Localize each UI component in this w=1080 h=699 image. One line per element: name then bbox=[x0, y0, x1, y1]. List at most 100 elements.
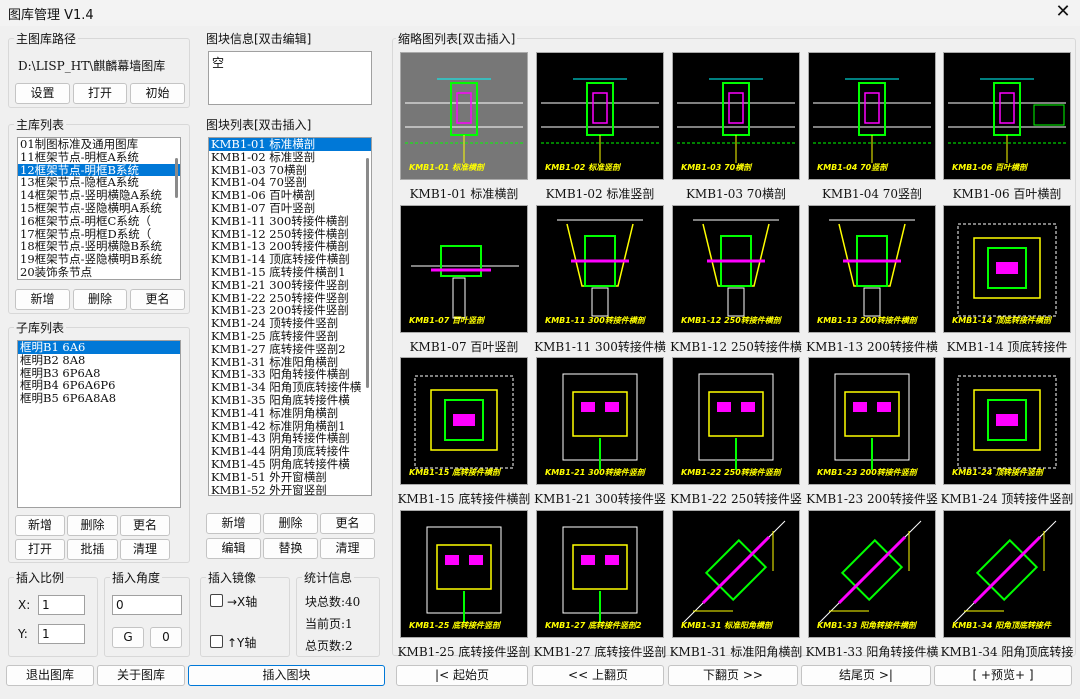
list-item[interactable]: KMB1-22 250转接件竖剖 bbox=[209, 292, 371, 305]
sub-library-list[interactable]: 框明B1 6A6 框明B2 8A8 框明B3 6P6A8 框明B4 6P6A6P6 框明… bbox=[17, 340, 181, 508]
sub-clean-button[interactable]: 清理 bbox=[120, 539, 170, 560]
list-item[interactable]: KMB1-27 底转接件竖剖2 bbox=[209, 343, 371, 356]
list-item[interactable]: KMB1-11 300转接件横剖 bbox=[209, 215, 371, 228]
thumbnail[interactable]: KMB1-13 200转接件横剖 bbox=[808, 205, 936, 333]
list-item[interactable]: 11框架节点-明框A系统 bbox=[18, 151, 180, 164]
prev-page-button[interactable]: << 上翻页 bbox=[532, 665, 664, 686]
list-item[interactable]: KMB1-04 70竖剖 bbox=[209, 176, 371, 189]
block-add-button[interactable]: 新增 bbox=[206, 513, 261, 534]
list-item[interactable]: KMB1-44 阴角顶底转接件 bbox=[209, 445, 371, 458]
thumbnail[interactable]: KMB1-04 70竖剖 bbox=[808, 52, 936, 180]
list-item[interactable]: KMB1-41 标准阴角横剖 bbox=[209, 407, 371, 420]
thumbnail[interactable]: KMB1-14 顶底转接件横剖 bbox=[943, 205, 1071, 333]
list-item[interactable]: KMB1-01 标准横剖 bbox=[209, 138, 371, 151]
preview-button[interactable]: [ +预览+ ] bbox=[934, 665, 1072, 686]
list-item[interactable]: KMB1-25 底转接件竖剖 bbox=[209, 330, 371, 343]
block-info-textarea[interactable]: 空 bbox=[208, 51, 372, 105]
thumbnail[interactable]: KMB1-11 300转接件横剖 bbox=[536, 205, 664, 333]
thumbnail[interactable]: KMB1-06 百叶横剖 bbox=[943, 52, 1071, 180]
thumbnail[interactable]: KMB1-24 顶转接件竖剖 bbox=[943, 357, 1071, 485]
thumbnail[interactable]: KMB1-34 阳角顶底转接件 bbox=[943, 510, 1071, 638]
list-item[interactable]: KMB1-51 外开窗横剖 bbox=[209, 471, 371, 484]
scrollbar[interactable] bbox=[175, 158, 178, 198]
thumbnail[interactable]: KMB1-27 底转接件竖剖2 bbox=[536, 510, 664, 638]
set-path-button[interactable]: 设置 bbox=[15, 83, 70, 104]
list-item[interactable]: KMB1-02 标准竖剖 bbox=[209, 151, 371, 164]
list-item[interactable]: KMB1-06 百叶横剖 bbox=[209, 189, 371, 202]
mirror-y-checkbox[interactable] bbox=[210, 635, 223, 648]
thumbnail[interactable]: KMB1-33 阳角转接件横剖 bbox=[808, 510, 936, 638]
block-replace-button[interactable]: 替换 bbox=[263, 538, 318, 559]
sub-batch-insert-button[interactable]: 批插 bbox=[67, 539, 118, 560]
block-list[interactable]: KMB1-01 标准横剖 KMB1-02 标准竖剖 KMB1-03 70横剖 KMB1… bbox=[208, 137, 372, 496]
list-item[interactable]: 13框架节点-隐框A系统 bbox=[18, 176, 180, 189]
thumbnail[interactable]: KMB1-07 百叶竖剖 bbox=[400, 205, 528, 333]
block-edit-button[interactable]: 编辑 bbox=[206, 538, 261, 559]
exit-library-button[interactable]: 退出图库 bbox=[6, 665, 94, 686]
list-item[interactable]: KMB1-42 标准阴角横剖1 bbox=[209, 420, 371, 433]
list-item[interactable]: KMB1-35 阳角底转接件横 bbox=[209, 394, 371, 407]
list-item[interactable]: 12框架节点-明框B系统 bbox=[18, 163, 180, 177]
insert-block-button[interactable]: 插入图块 bbox=[188, 665, 385, 686]
list-item[interactable]: KMB1-34 阳角顶底转接件横 bbox=[209, 381, 371, 394]
list-item[interactable]: 框明B2 8A8 bbox=[18, 354, 180, 367]
list-item[interactable]: 框明B5 6P6A8A8 bbox=[18, 392, 180, 405]
list-item[interactable]: 20装饰条节点 bbox=[18, 266, 180, 279]
list-item[interactable]: KMB1-14 顶底转接件横剖 bbox=[209, 253, 371, 266]
list-item[interactable]: KMB1-13 200转接件横剖 bbox=[209, 240, 371, 253]
first-page-button[interactable]: |< 起始页 bbox=[396, 665, 528, 686]
sub-delete-button[interactable]: 删除 bbox=[67, 515, 118, 536]
close-icon[interactable]: ✕ bbox=[1054, 1, 1072, 22]
scale-y-input[interactable]: 1 bbox=[38, 624, 85, 644]
list-item[interactable]: KMB1-03 70横剖 bbox=[209, 164, 371, 177]
list-item[interactable]: KMB1-43 阴角转接件横剖 bbox=[209, 432, 371, 445]
block-rename-button[interactable]: 更名 bbox=[320, 513, 375, 534]
list-item[interactable]: 框明B3 6P6A8 bbox=[18, 367, 180, 380]
sub-rename-button[interactable]: 更名 bbox=[120, 515, 170, 536]
thumbnail[interactable]: KMB1-02 标准竖剖 bbox=[536, 52, 664, 180]
thumbnail[interactable]: KMB1-12 250转接件横剖 bbox=[672, 205, 800, 333]
angle-zero-button[interactable]: 0 bbox=[150, 627, 182, 648]
mirror-x-checkbox[interactable] bbox=[210, 594, 223, 607]
list-item[interactable]: 框明B4 6P6A6P6 bbox=[18, 379, 180, 392]
thumbnail[interactable]: KMB1-22 250转接件竖剖 bbox=[672, 357, 800, 485]
thumbnail[interactable]: KMB1-23 200转接件竖剖 bbox=[808, 357, 936, 485]
list-item[interactable]: 01制图标准及通用图库 bbox=[18, 138, 180, 151]
thumbnail[interactable]: KMB1-31 标准阳角横剖 bbox=[672, 510, 800, 638]
last-page-button[interactable]: 结尾页 >| bbox=[801, 665, 931, 686]
list-item[interactable]: 16框架节点-明框C系统（ bbox=[18, 215, 180, 228]
list-item[interactable]: 18框架节点-竖明横隐B系统 bbox=[18, 240, 180, 253]
scrollbar[interactable] bbox=[366, 158, 369, 388]
list-item[interactable]: 17框架节点-明框D系统（ bbox=[18, 228, 180, 241]
list-item[interactable]: KMB1-24 顶转接件竖剖 bbox=[209, 317, 371, 330]
main-library-list[interactable]: 01制图标准及通用图库 11框架节点-明框A系统 12框架节点-明框B系统 13框架节… bbox=[17, 137, 181, 280]
open-path-button[interactable]: 打开 bbox=[73, 83, 127, 104]
sub-open-button[interactable]: 打开 bbox=[15, 539, 65, 560]
list-item[interactable]: 15框架节点-竖隐横明A系统 bbox=[18, 202, 180, 215]
list-item[interactable]: 19框架节点-竖隐横明B系统 bbox=[18, 253, 180, 266]
list-item[interactable]: KMB1-23 200转接件竖剖 bbox=[209, 304, 371, 317]
list-item[interactable]: KMB1-21 300转接件竖剖 bbox=[209, 279, 371, 292]
list-item[interactable]: KMB1-07 百叶竖剖 bbox=[209, 202, 371, 215]
list-item[interactable]: KMB1-45 阴角底转接件横 bbox=[209, 458, 371, 471]
list-item[interactable]: KMB1-33 阳角转接件横剖 bbox=[209, 368, 371, 381]
thumbnail[interactable]: KMB1-15 底转接件横剖 bbox=[400, 357, 528, 485]
init-path-button[interactable]: 初始 bbox=[130, 83, 185, 104]
angle-input[interactable]: 0 bbox=[112, 595, 182, 615]
list-item[interactable]: KMB1-31 标准阳角横剖 bbox=[209, 356, 371, 369]
angle-g-button[interactable]: G bbox=[112, 627, 144, 648]
scale-x-input[interactable]: 1 bbox=[38, 595, 85, 615]
sub-add-button[interactable]: 新增 bbox=[15, 515, 65, 536]
main-rename-button[interactable]: 更名 bbox=[130, 289, 185, 310]
block-delete-button[interactable]: 删除 bbox=[263, 513, 318, 534]
list-item[interactable]: KMB1-52 外开窗竖剖 bbox=[209, 484, 371, 495]
main-add-button[interactable]: 新增 bbox=[15, 289, 70, 310]
list-item[interactable]: KMB1-15 底转接件横剖1 bbox=[209, 266, 371, 279]
thumbnail[interactable]: KMB1-03 70横剖 bbox=[672, 52, 800, 180]
list-item[interactable]: 14框架节点-竖明横隐A系统 bbox=[18, 189, 180, 202]
thumbnail[interactable]: KMB1-25 底转接件竖剖 bbox=[400, 510, 528, 638]
about-library-button[interactable]: 关于图库 bbox=[97, 665, 185, 686]
next-page-button[interactable]: 下翻页 >> bbox=[668, 665, 798, 686]
main-delete-button[interactable]: 删除 bbox=[73, 289, 127, 310]
list-item[interactable]: KMB1-12 250转接件横剖 bbox=[209, 228, 371, 241]
